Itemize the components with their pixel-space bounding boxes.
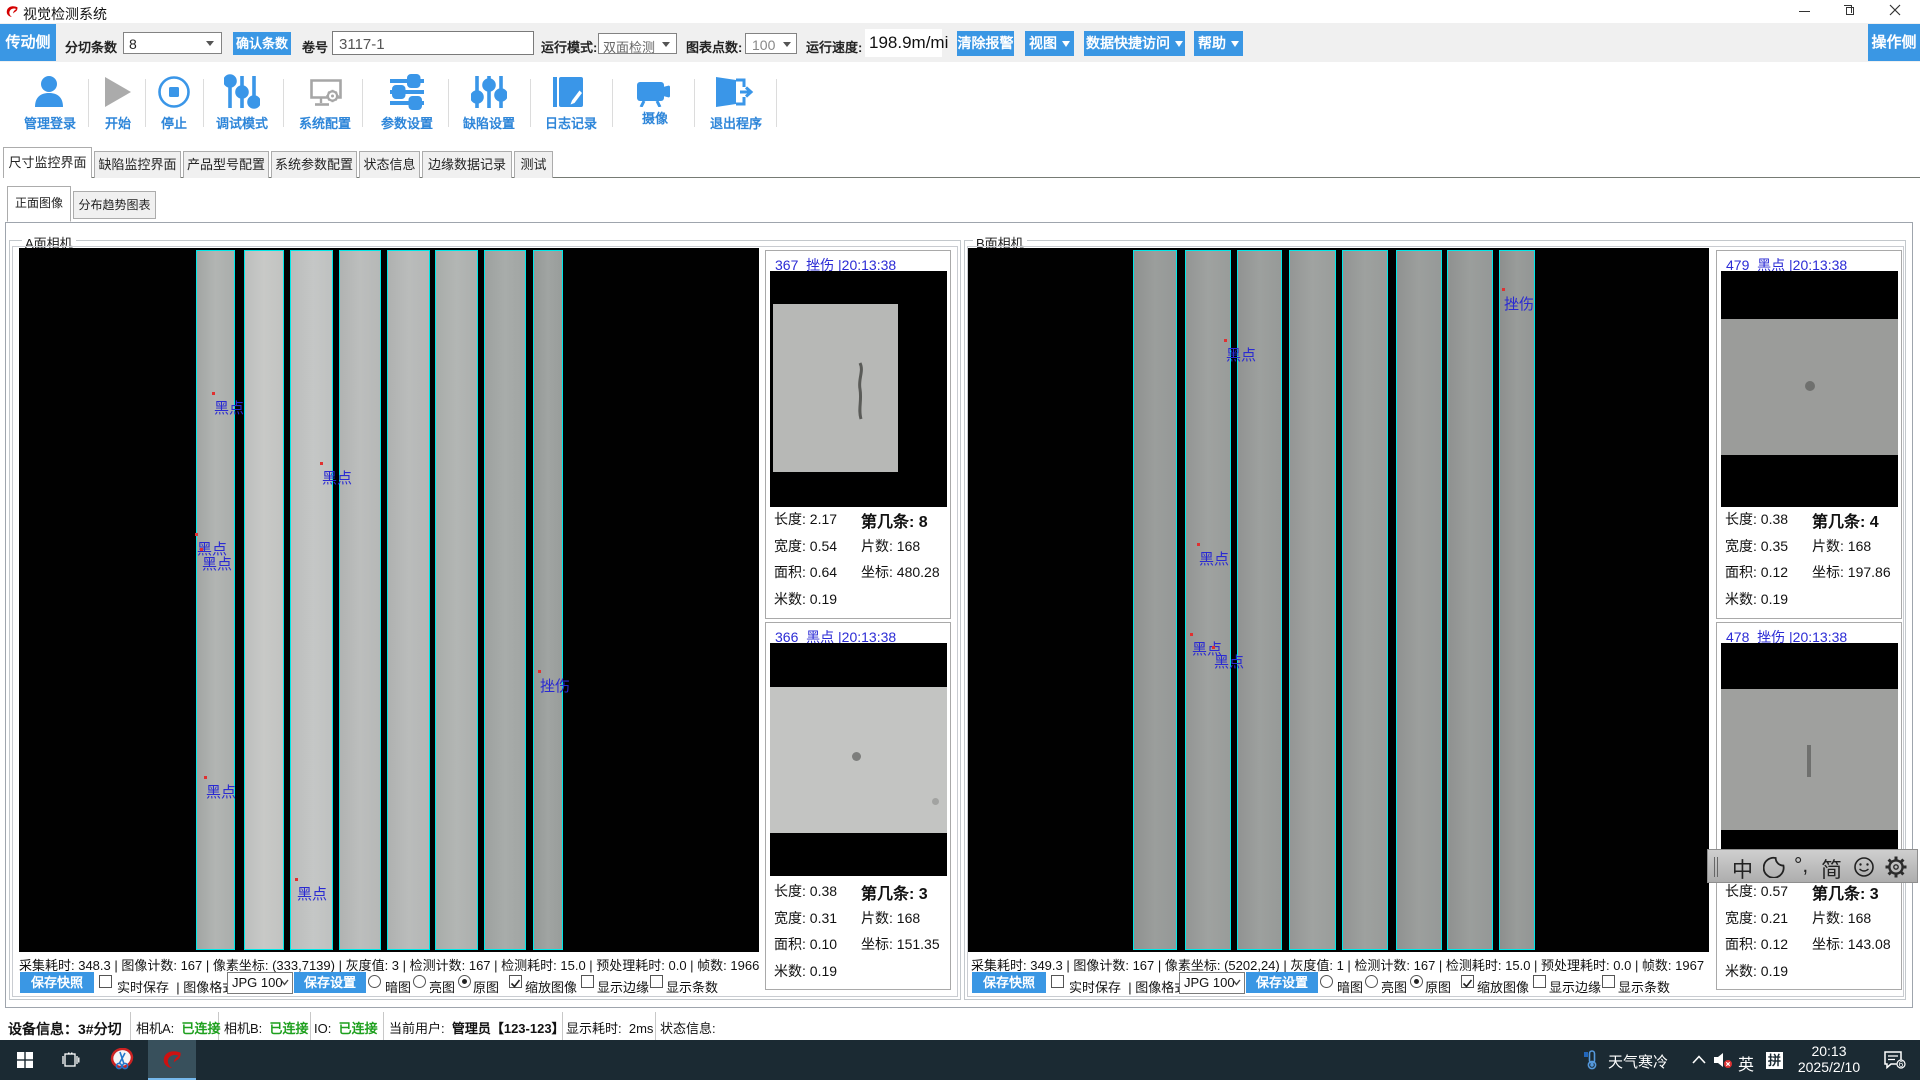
svg-text:6: 6 <box>1899 1060 1904 1069</box>
